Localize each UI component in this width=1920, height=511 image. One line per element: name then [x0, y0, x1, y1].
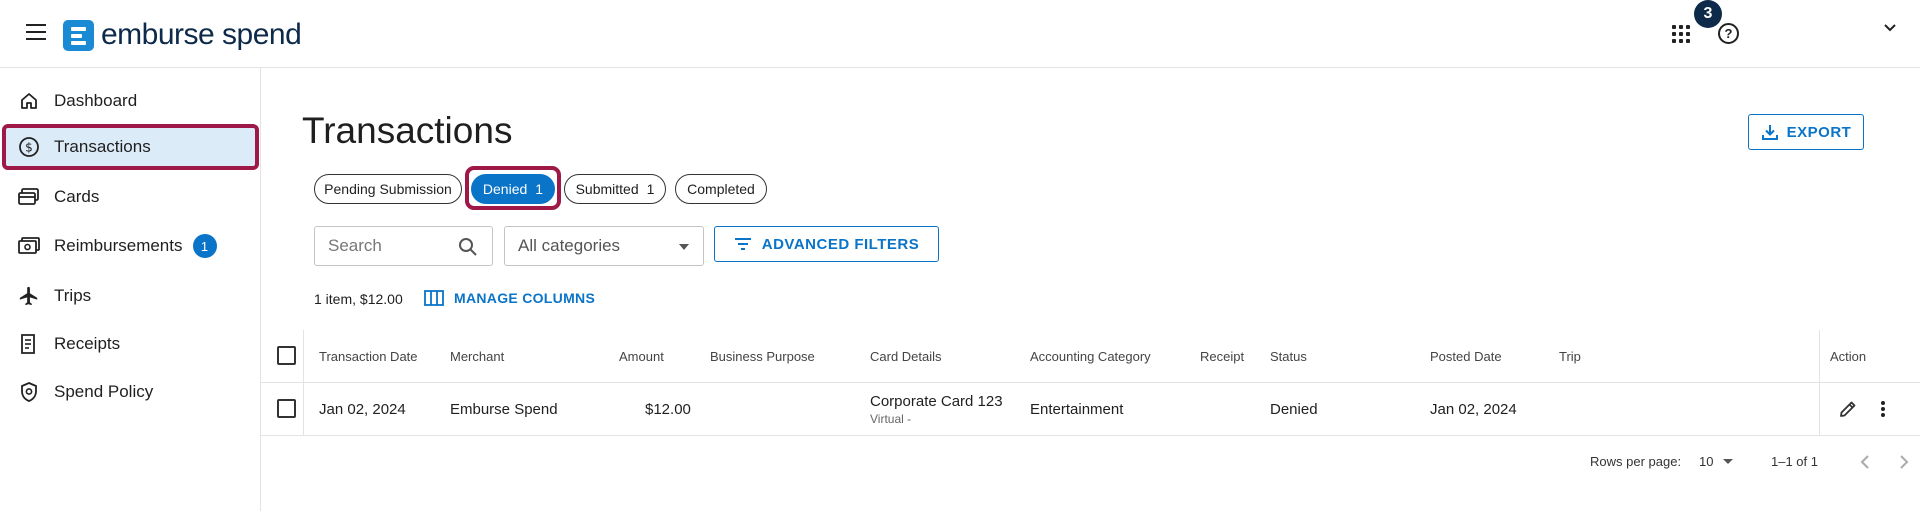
sidebar-item-reimbursements[interactable]: Reimbursements 1 [2, 223, 259, 269]
rows-per-page-label: Rows per page: [1590, 454, 1682, 469]
table-header: Transaction Date Merchant Amount Busines… [261, 330, 1920, 383]
sidebar-item-dashboard[interactable]: Dashboard [2, 78, 259, 124]
select-all-checkbox[interactable] [277, 346, 296, 365]
shield-icon [18, 381, 40, 403]
tab-submitted[interactable]: Submitted 1 [564, 174, 666, 204]
menu-icon[interactable] [26, 24, 46, 40]
header-posted-date[interactable]: Posted Date [1430, 330, 1502, 383]
app-name: emburse spend [101, 18, 302, 51]
page-range: 1–1 of 1 [1771, 454, 1818, 469]
cell-transaction-date: Jan 02, 2024 [319, 401, 406, 418]
tab-completed[interactable]: Completed [675, 174, 767, 204]
page-title: Transactions [302, 110, 513, 151]
cell-merchant: Emburse Spend [450, 401, 558, 418]
tab-label: Pending Submission [324, 181, 452, 197]
svg-text:$: $ [25, 141, 33, 155]
header-business-purpose[interactable]: Business Purpose [710, 330, 815, 383]
caret-down-icon [1723, 459, 1734, 464]
rows-per-page-value: 10 [1699, 454, 1714, 469]
card-name: Corporate Card 123 [870, 393, 1003, 410]
apps-grid-icon[interactable] [1672, 25, 1690, 43]
sidebar-item-label: Transactions [54, 137, 151, 156]
help-icon[interactable]: ? [1718, 23, 1739, 44]
sidebar-item-label: Receipts [54, 334, 121, 353]
row-checkbox[interactable] [277, 399, 296, 418]
tab-label: Completed [687, 181, 755, 197]
sidebar-item-label: Cards [54, 187, 100, 206]
cards-icon [18, 186, 40, 208]
sidebar-item-cards[interactable]: Cards [2, 174, 259, 220]
more-vertical-icon[interactable] [1879, 399, 1887, 419]
search-input[interactable] [328, 236, 458, 256]
header-trip[interactable]: Trip [1559, 330, 1581, 383]
chevron-down-icon[interactable] [1882, 20, 1898, 36]
top-bar: emburse spend 3 ? [0, 0, 1920, 68]
home-icon [18, 90, 40, 112]
export-button[interactable]: EXPORT [1748, 114, 1864, 150]
advanced-filters-button[interactable]: ADVANCED FILTERS [714, 226, 939, 262]
export-label: EXPORT [1786, 123, 1852, 141]
sidebar-item-transactions[interactable]: $ Transactions [2, 124, 259, 170]
sidebar: Dashboard $ Transactions Cards Reimburse… [0, 68, 261, 511]
sidebar-item-trips[interactable]: Trips [2, 273, 259, 319]
logo-mark-icon [63, 19, 94, 51]
header-status[interactable]: Status [1270, 330, 1307, 383]
header-action: Action [1830, 349, 1867, 364]
results-summary: 1 item, $12.00 [314, 291, 403, 307]
cell-posted-date: Jan 02, 2024 [1430, 401, 1517, 418]
caret-down-icon [679, 244, 689, 250]
rows-per-page-select[interactable]: 10 [1699, 454, 1734, 469]
header-amount[interactable]: Amount [619, 330, 664, 383]
cell-accounting-category: Entertainment [1030, 401, 1124, 418]
focus-highlight [465, 166, 561, 210]
airplane-icon [18, 285, 40, 307]
tab-count: 1 [646, 181, 655, 197]
header-merchant[interactable]: Merchant [450, 330, 504, 383]
sidebar-item-label: Trips [54, 286, 92, 305]
chevron-left-icon[interactable] [1856, 452, 1876, 472]
receipt-icon [18, 333, 40, 355]
cell-status: Denied [1270, 401, 1318, 418]
tab-label: Submitted [575, 181, 639, 197]
cell-amount: $12.00 [645, 401, 691, 418]
columns-icon [424, 290, 444, 306]
sidebar-item-spend-policy[interactable]: Spend Policy [2, 369, 259, 415]
sidebar-item-label: Spend Policy [54, 382, 154, 401]
advanced-filters-label: ADVANCED FILTERS [761, 235, 920, 253]
dollar-circle-icon: $ [18, 136, 40, 158]
table-row[interactable]: Jan 02, 2024 Emburse Spend $12.00 Corpor… [261, 383, 1920, 436]
notification-badge[interactable]: 3 [1694, 0, 1722, 28]
sidebar-item-receipts[interactable]: Receipts [2, 321, 259, 367]
manage-columns-label: MANAGE COLUMNS [454, 290, 596, 306]
search-icon[interactable] [458, 237, 478, 257]
sidebar-item-label: Reimbursements [54, 236, 183, 255]
header-card-details[interactable]: Card Details [870, 330, 942, 383]
cell-card-details: Corporate Card 123 Virtual - [870, 383, 1003, 436]
download-icon [1761, 125, 1778, 140]
tab-pending-submission[interactable]: Pending Submission [314, 174, 462, 204]
category-select-value: All categories [518, 236, 621, 255]
cash-icon [18, 235, 40, 257]
app-logo[interactable]: emburse spend [63, 18, 302, 52]
reimbursements-count-badge: 1 [192, 234, 217, 258]
header-accounting-category[interactable]: Accounting Category [1030, 330, 1151, 383]
card-type: Virtual - [870, 412, 912, 426]
manage-columns-button[interactable]: MANAGE COLUMNS [424, 290, 595, 306]
pencil-edit-icon[interactable] [1838, 399, 1858, 419]
header-transaction-date[interactable]: Transaction Date [319, 330, 418, 383]
chevron-right-icon[interactable] [1893, 452, 1913, 472]
header-receipt[interactable]: Receipt [1200, 330, 1244, 383]
search-field [314, 226, 493, 266]
filter-icon [734, 238, 751, 250]
category-select[interactable]: All categories [504, 226, 704, 266]
sidebar-item-label: Dashboard [54, 91, 138, 110]
